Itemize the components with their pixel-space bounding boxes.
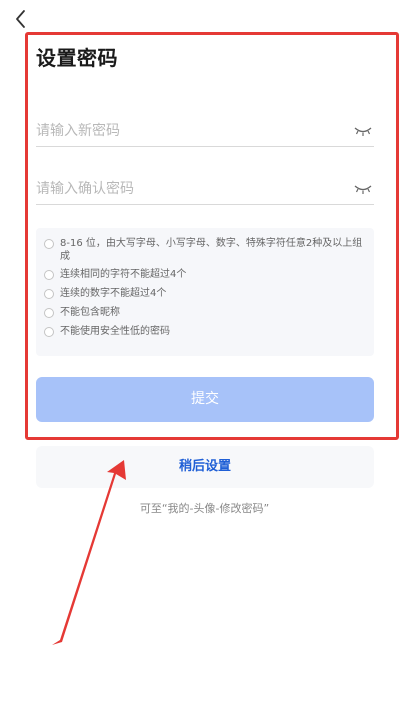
rule-item: 8-16 位，由大写字母、小写字母、数字、特殊字符任意2种及以上组成 bbox=[44, 237, 374, 263]
rule-status-icon bbox=[44, 289, 54, 299]
rule-status-icon bbox=[44, 327, 54, 337]
new-password-field bbox=[36, 117, 374, 147]
back-button[interactable] bbox=[10, 8, 32, 30]
rule-status-icon bbox=[44, 270, 54, 280]
eye-closed-icon[interactable] bbox=[354, 183, 372, 195]
rule-item: 连续相同的字符不能超过4个 bbox=[44, 268, 374, 281]
rule-text: 不能包含昵称 bbox=[60, 307, 120, 318]
rule-status-icon bbox=[44, 239, 54, 249]
rule-text: 8-16 位，由大写字母、小写字母、数字、特殊字符任意2种及以上组成 bbox=[60, 238, 363, 262]
confirm-password-field bbox=[36, 175, 374, 205]
rule-text: 连续相同的字符不能超过4个 bbox=[60, 269, 187, 280]
rule-status-icon bbox=[44, 308, 54, 318]
rule-text: 不能使用安全性低的密码 bbox=[60, 326, 170, 337]
password-rules-card: 8-16 位，由大写字母、小写字母、数字、特殊字符任意2种及以上组成 连续相同的… bbox=[36, 228, 374, 356]
rule-item: 连续的数字不能超过4个 bbox=[44, 287, 374, 300]
page-title: 设置密码 bbox=[36, 46, 118, 70]
chevron-left-icon bbox=[16, 10, 25, 28]
confirm-password-input[interactable] bbox=[36, 175, 336, 203]
eye-closed-icon[interactable] bbox=[354, 125, 372, 137]
rule-item: 不能包含昵称 bbox=[44, 306, 374, 319]
rule-text: 连续的数字不能超过4个 bbox=[60, 288, 167, 299]
hint-text: 可至“我的-头像-修改密码” bbox=[139, 502, 270, 515]
new-password-input[interactable] bbox=[36, 117, 336, 145]
set-later-button[interactable]: 稍后设置 bbox=[36, 446, 374, 488]
submit-button[interactable]: 提交 bbox=[36, 377, 374, 422]
rule-item: 不能使用安全性低的密码 bbox=[44, 325, 374, 338]
